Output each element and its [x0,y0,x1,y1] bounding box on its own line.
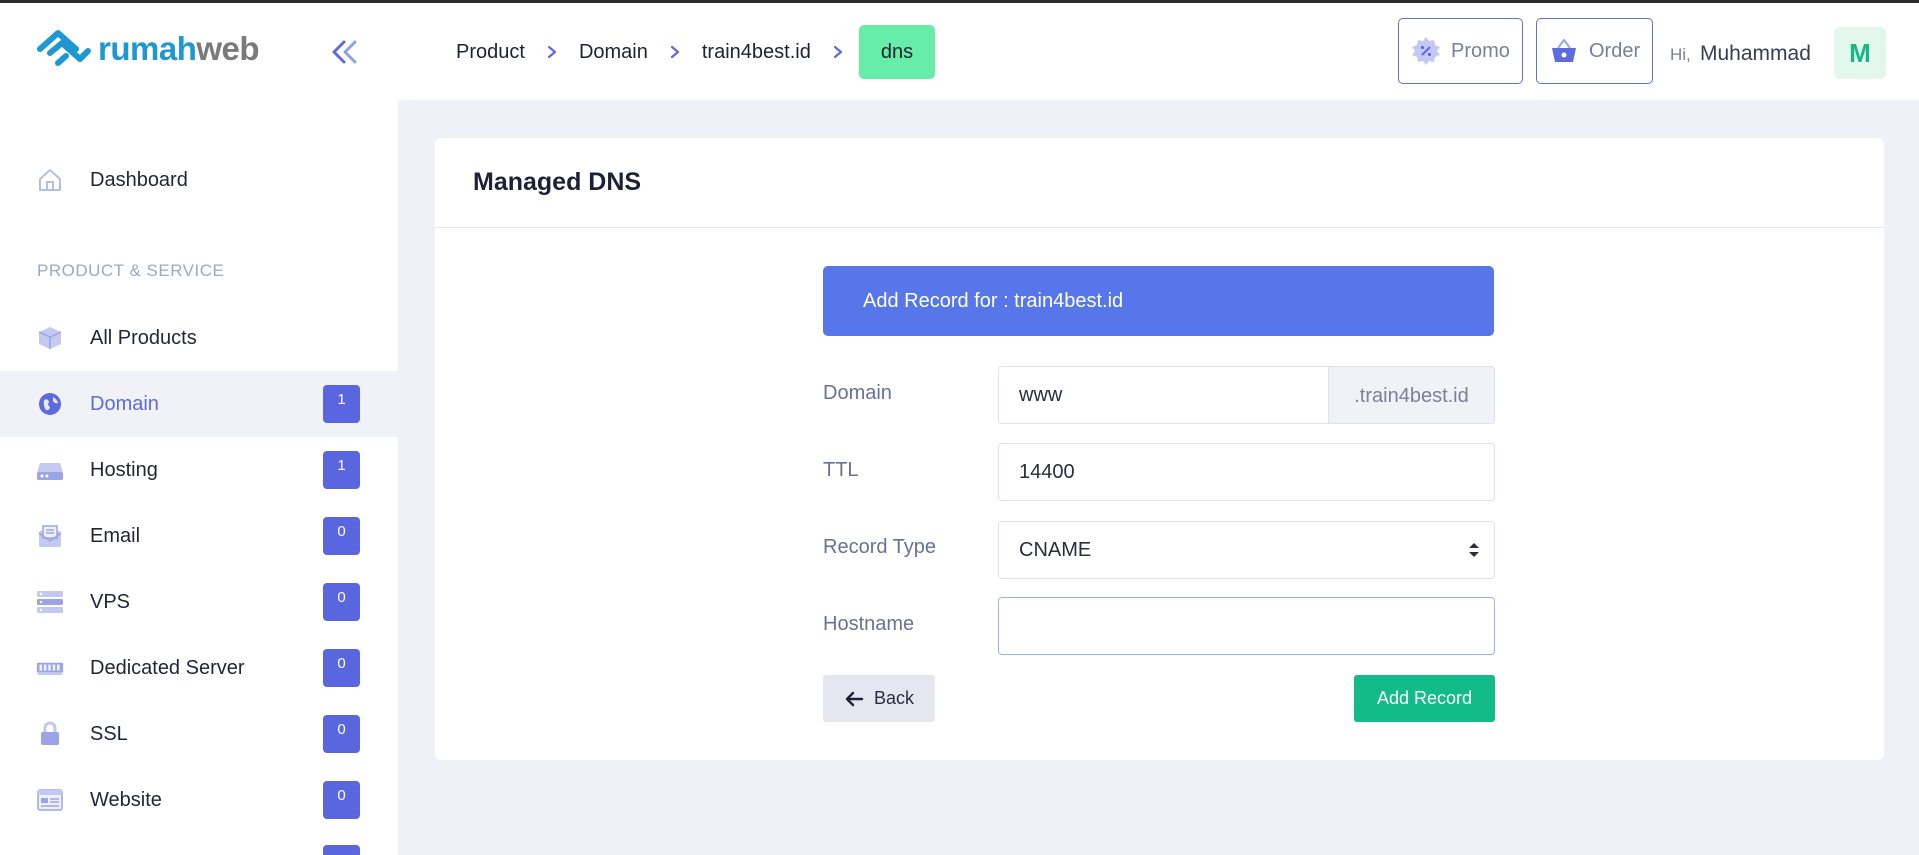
brand-logo[interactable]: rumahweb [36,29,260,69]
record-type-select[interactable]: CNAME [998,521,1495,579]
hostname-field-label: Hostname [823,613,915,635]
collapse-sidebar-button[interactable] [328,37,360,67]
breadcrumb-item-product[interactable]: Product [456,41,525,64]
promo-label: Promo [1451,39,1510,62]
sidebar-item-label: Dedicated Server [90,656,245,679]
rumahweb-logo-icon [37,30,91,66]
sidebar-item-label: All Products [90,326,197,349]
promo-button[interactable]: Promo [1398,18,1523,84]
sidebar-item-website[interactable]: Website 0 [0,767,398,833]
back-button[interactable]: Back [823,675,935,722]
count-badge-partial [323,845,360,855]
count-badge: 0 [323,649,360,687]
browser-icon [36,786,64,814]
breadcrumb-current: dns [858,25,936,79]
globe-icon [36,390,64,418]
count-badge: 0 [323,583,360,621]
section-title-product-service: PRODUCT & SERVICE [37,261,225,280]
back-button-label: Back [873,688,915,708]
breadcrumb-item-domain-name[interactable]: train4best.id [702,41,811,64]
mail-icon [36,522,64,550]
sidebar-item-dedicated-server[interactable]: Dedicated Server 0 [0,635,398,701]
divider [435,227,1884,228]
chevron-right-icon [547,45,557,59]
sidebar-item-domain[interactable]: Domain 1 [0,371,398,437]
window-top-border [0,0,1919,3]
chevron-right-icon [670,45,680,59]
managed-dns-card: Managed DNS Add Record for : train4best.… [435,138,1884,760]
count-badge: 0 [323,715,360,753]
sidebar-item-hosting[interactable]: Hosting 1 [0,437,398,503]
sidebar-item-vps[interactable]: VPS 0 [0,569,398,635]
order-label: Order [1589,39,1641,62]
domain-field-label: Domain [823,382,892,404]
box-icon [36,324,64,352]
arrow-left-icon [845,691,864,706]
avatar[interactable]: M [1834,27,1886,79]
ttl-input[interactable] [998,443,1495,501]
sidebar-item-all-products[interactable]: All Products [0,305,398,371]
record-type-selected-value: CNAME [1019,538,1092,561]
ttl-field-label: TTL [823,459,859,481]
domain-input[interactable] [998,366,1329,424]
sidebar-item-label: Email [90,524,141,547]
hostname-input[interactable] [998,597,1495,655]
sidebar-item-ssl[interactable]: SSL 0 [0,701,398,767]
page-title: Managed DNS [473,168,642,196]
sidebar-item-label: Dashboard [90,168,188,191]
breadcrumb: Product Domain train4best.id dns [456,25,936,79]
count-badge: 1 [323,451,360,489]
home-icon [36,166,64,194]
sidebar-item-label: SSL [90,722,128,745]
discount-badge-icon [1412,37,1440,65]
add-record-button[interactable]: Add Record [1354,675,1495,722]
user-name[interactable]: Muhammad [1700,42,1811,66]
order-button[interactable]: Order [1536,18,1654,84]
domain-suffix: .train4best.id [1328,366,1495,424]
brand-wordmark: rumahweb [98,30,260,67]
sidebar-item-label: Website [90,788,162,811]
top-header: Product Domain train4best.id dns Promo O… [398,3,1919,100]
count-badge: 0 [323,781,360,819]
greeting-text: Hi, [1670,45,1691,64]
add-record-panel-header: Add Record for : train4best.id [823,266,1494,336]
sidebar-item-label: Domain [90,392,159,415]
sidebar-item-label: Hosting [90,458,158,481]
server-stack-icon [36,588,64,616]
lock-icon [36,720,64,748]
memory-icon [36,654,64,682]
count-badge: 1 [323,385,360,423]
sidebar-item-dashboard[interactable]: Dashboard [0,147,398,213]
sidebar-item-email[interactable]: Email 0 [0,503,398,569]
chevron-right-icon [833,45,843,59]
shopping-basket-icon [1552,39,1576,62]
breadcrumb-item-domain[interactable]: Domain [579,41,648,64]
sidebar: rumahweb Dashboard PRODUCT & SERVICE All… [0,3,398,855]
record-type-field-label: Record Type [823,536,937,558]
count-badge: 0 [323,517,360,555]
sidebar-item-label: VPS [90,590,131,613]
double-chevron-left-icon [332,40,357,64]
server-drive-icon [36,456,64,484]
sort-arrows-icon [1469,543,1479,557]
